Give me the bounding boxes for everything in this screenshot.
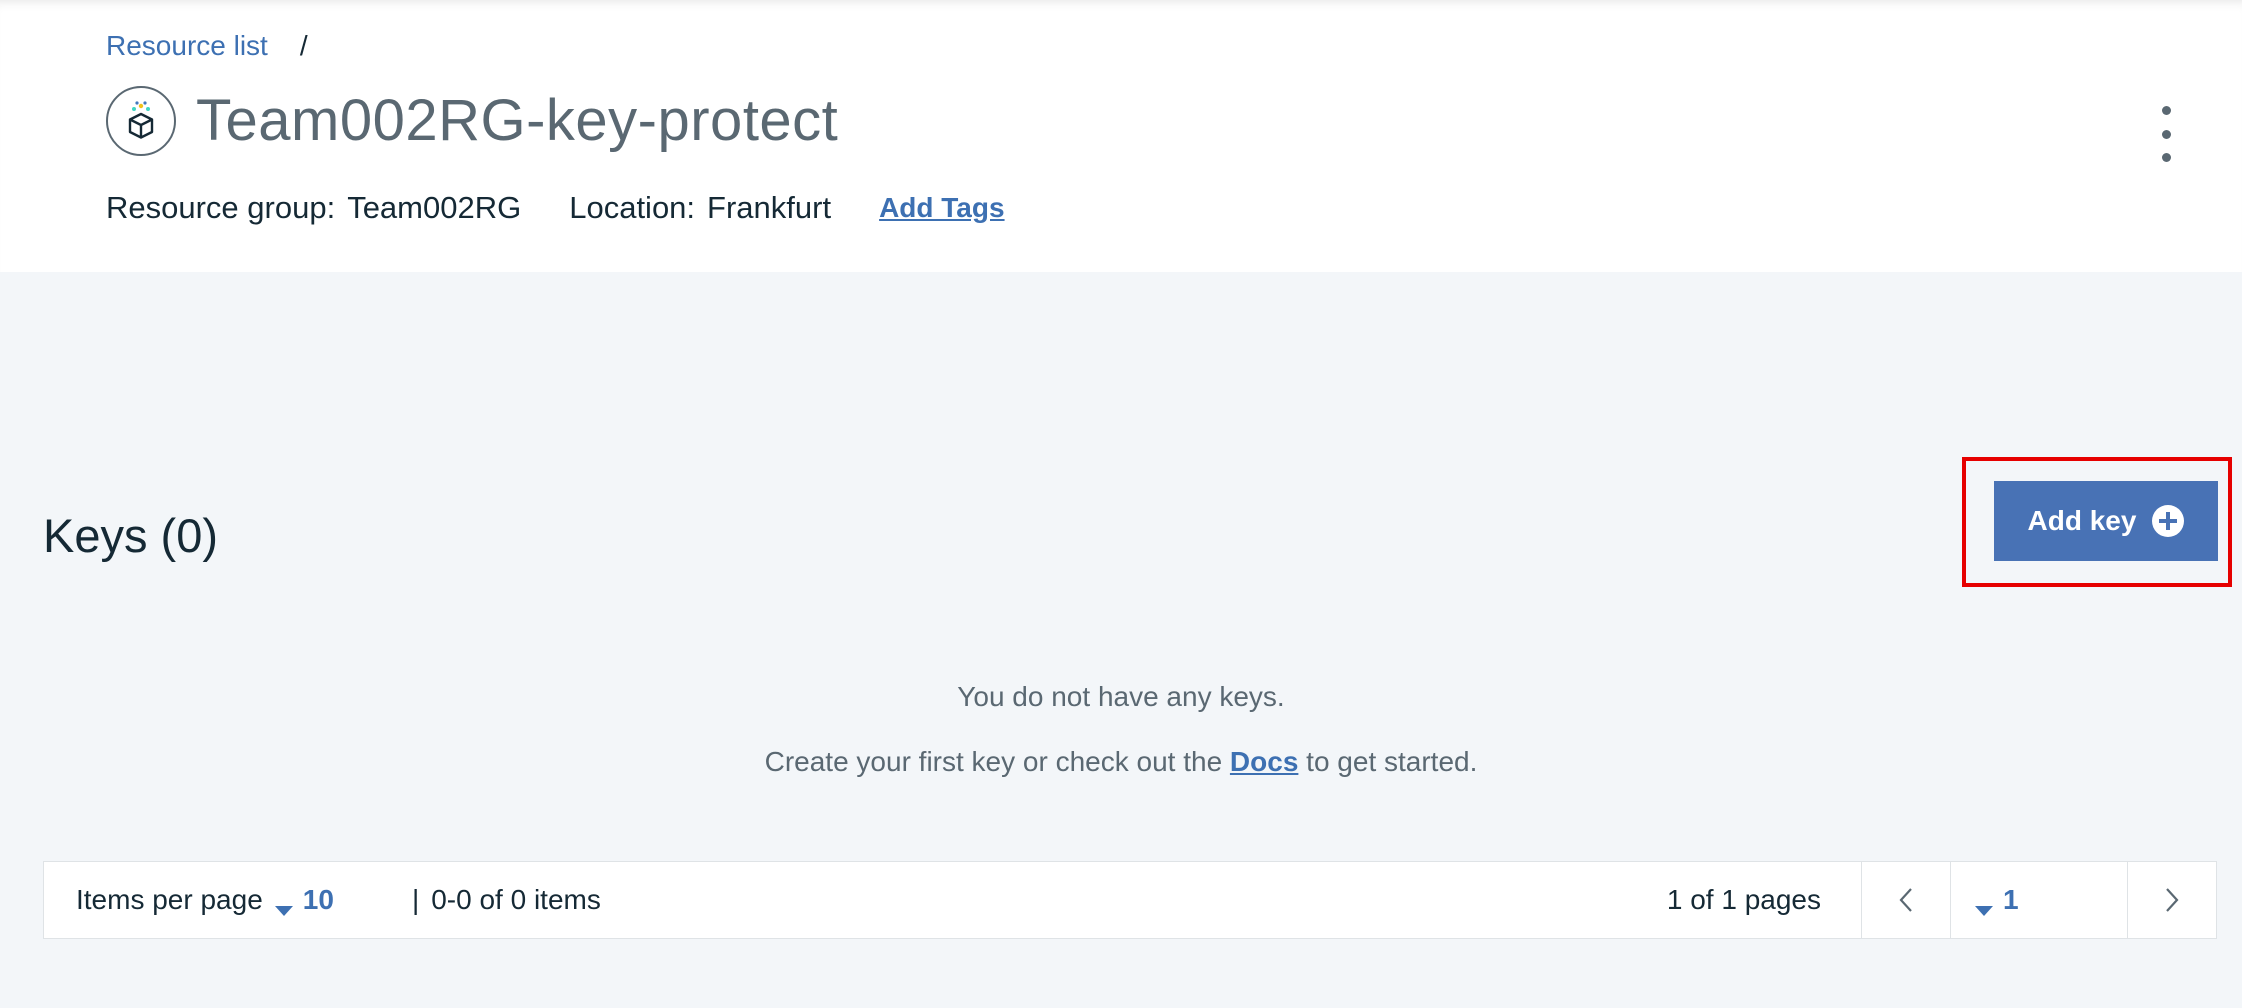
menu-dot — [2161, 153, 2171, 162]
page-title: Team002RG-key-protect — [196, 88, 839, 153]
key-protect-service-icon — [106, 86, 176, 156]
chevron-down-icon[interactable] — [1975, 906, 1993, 916]
overflow-menu-icon[interactable] — [2150, 106, 2182, 162]
next-page-button[interactable] — [2128, 862, 2216, 938]
add-key-button[interactable]: Add key — [1994, 481, 2218, 561]
pagination-bar: Items per page 10 | 0-0 of 0 items 1 of … — [43, 861, 2217, 939]
items-per-page-label: Items per page — [76, 884, 263, 915]
current-page-value: 1 — [2003, 884, 2019, 915]
keys-heading: Keys (0) — [43, 509, 218, 562]
resource-header: Resource list / Team002RG-key-protect Re… — [0, 0, 2242, 272]
chevron-right-icon — [2166, 888, 2179, 912]
breadcrumb-separator: / — [299, 30, 308, 61]
empty-hint-text-before: Create your first key or check out the — [764, 746, 1223, 777]
add-circle-icon — [2152, 505, 2185, 537]
pagination-separator: | — [411, 884, 420, 915]
resource-group-label: Resource group: — [106, 190, 336, 225]
resource-meta: Resource group: Team002RG Location: Fran… — [106, 188, 1005, 228]
items-range-text: 0-0 of 0 items — [431, 884, 601, 915]
add-key-label: Add key — [2027, 505, 2137, 536]
location-label: Location: — [569, 190, 696, 225]
previous-page-button[interactable] — [1862, 862, 1950, 938]
resource-group-value: Team002RG — [347, 190, 522, 225]
menu-dot — [2161, 106, 2171, 115]
empty-state-hint: Create your first key or check out the D… — [0, 746, 2242, 778]
items-per-page-select[interactable]: 10 — [303, 884, 334, 916]
pagination-left: Items per page 10 | 0-0 of 0 items — [44, 884, 1667, 916]
page-number-select[interactable]: 1 — [1951, 862, 2127, 938]
breadcrumb-resource-list-link[interactable]: Resource list — [106, 28, 268, 64]
breadcrumb: Resource list / — [106, 28, 308, 64]
empty-hint-text-after: to get started. — [1306, 746, 1478, 777]
location-value: Frankfurt — [707, 190, 832, 225]
chevron-down-icon[interactable] — [274, 906, 293, 916]
title-row: Team002RG-key-protect — [106, 86, 838, 156]
pages-text: 1 of 1 pages — [1666, 884, 1821, 915]
chevron-left-icon — [1899, 888, 1912, 912]
docs-link[interactable]: Docs — [1230, 746, 1298, 777]
add-tags-link[interactable]: Add Tags — [879, 188, 1004, 228]
menu-dot — [2161, 129, 2171, 139]
empty-state-message: You do not have any keys. — [957, 681, 1285, 712]
